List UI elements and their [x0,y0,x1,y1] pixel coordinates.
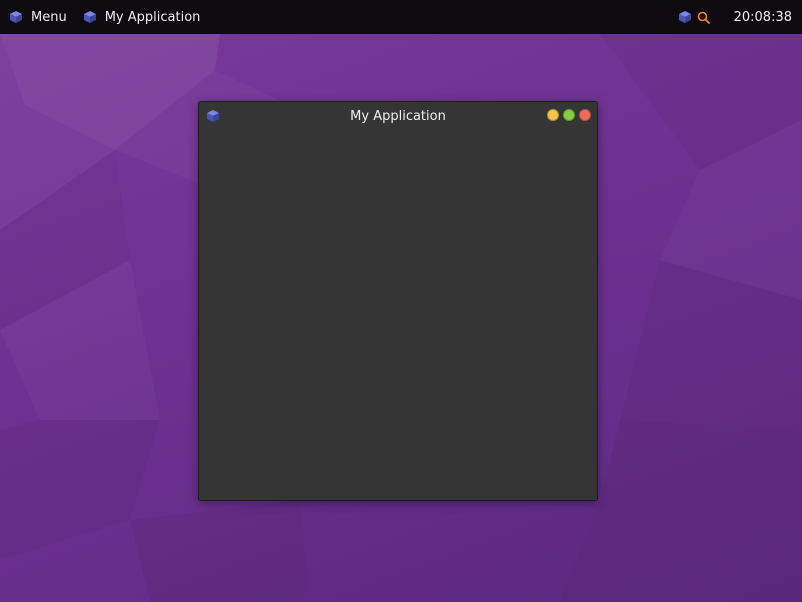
window-titlebar[interactable]: My Application [199,102,597,130]
system-tray: 20:08:38 [678,0,802,34]
window-content [199,130,597,500]
clock[interactable]: 20:08:38 [734,10,792,25]
cube-icon [83,11,96,23]
taskbar-app-my-application[interactable]: My Application [83,0,201,34]
menu-label: Menu [31,9,67,25]
cube-icon [207,110,219,122]
taskbar-app-label: My Application [104,9,201,25]
application-window: My Application [198,101,598,501]
search-icon[interactable] [697,11,710,24]
close-button[interactable] [579,109,591,121]
desktop: Menu My Application 20:08:38 My Applicat… [0,0,802,602]
cube-icon[interactable] [678,10,692,24]
minimize-button[interactable] [547,109,559,121]
window-controls [543,109,591,121]
maximize-button[interactable] [563,109,575,121]
menu-button[interactable]: Menu [9,0,67,34]
window-title: My Application [350,108,446,124]
taskbar: Menu My Application 20:08:38 [0,0,802,34]
cube-icon [10,11,22,23]
